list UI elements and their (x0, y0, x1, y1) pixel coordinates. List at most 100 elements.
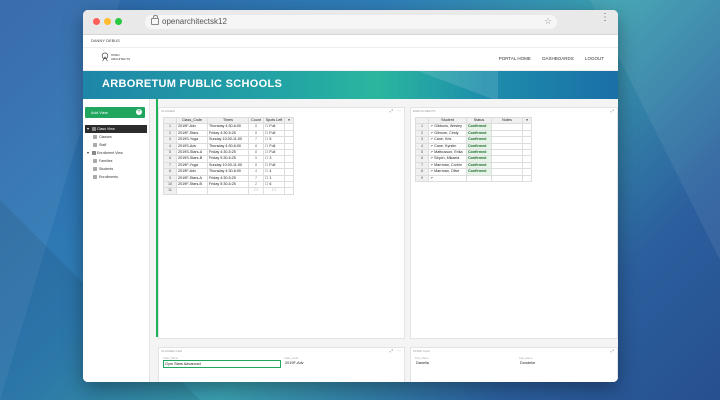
row-number: 11 (163, 187, 177, 195)
view-tree: ▾ Class View Classes Staff ▾ Enrollment … (85, 125, 147, 181)
table-row[interactable]: 2 2019F-Stars Friday 4:30-5:25 8 ☐ Full (163, 129, 294, 138)
table-row[interactable]: 7 2019F-Yoga Sunday 10:30-11:00 8 ☐ Full (163, 161, 294, 170)
more-icon[interactable]: ⋯ (397, 348, 401, 353)
sidebar-item-enrollment-view[interactable]: ▾ Enrollment View (85, 149, 147, 157)
table-header-row: Class_Code Times Count Spots Left ▾ (163, 116, 294, 125)
student-cell[interactable]: ↗ Marrman, Corbin (428, 161, 467, 170)
panel-actions: ⤢ (607, 108, 614, 113)
spots-left-value: Full (269, 150, 276, 155)
panel-title: CLASSES (161, 109, 175, 113)
student-name: Cane, Kris (434, 137, 452, 142)
student-name: Marrman, Olive (434, 169, 460, 174)
browser-window: openarchitectsk12 ☆ ⋮ DANNY DEBUS OPEN A… (83, 10, 618, 382)
panel-title: CLASSES Card (161, 349, 183, 353)
field-value[interactable]: Danella (415, 360, 515, 366)
banner: ARBORETUM PUBLIC SCHOOLS (83, 71, 618, 101)
student-name: Marrman, Corbin (434, 162, 462, 167)
logo-text-line: ARCHITECTS (111, 56, 131, 61)
nav-portal-home[interactable]: PORTAL HOME (499, 56, 531, 61)
add-view-button[interactable]: Add View + (85, 107, 145, 118)
student-cell[interactable]: ↗ Gibbons, Wesley (428, 123, 467, 131)
table-icon (93, 135, 97, 139)
lock-icon (151, 15, 159, 25)
table-row-new[interactable]: 9 ↗ (415, 174, 532, 183)
sidebar-item-label: Staff (99, 143, 107, 147)
sidebar-item-students[interactable]: Students (85, 165, 147, 173)
student-name: Cane, Kyrstin (434, 143, 457, 148)
student-name: Gibbons, Wesley (434, 124, 462, 129)
view-icon (92, 151, 96, 155)
spots-left-value: 6 (269, 182, 272, 187)
link-icon[interactable]: ↗ (428, 174, 467, 183)
browser-menu-icon[interactable]: ⋮ (600, 13, 610, 23)
workspace: Add View + ▾ Class View Classes Staff ▾ … (83, 99, 618, 382)
table-icon (93, 143, 97, 147)
checkbox-icon[interactable]: ☐ (248, 187, 264, 195)
sidebar-item-label: Class View (97, 127, 115, 131)
panel-title: STAFF Card (413, 349, 430, 353)
more-icon[interactable]: ⋯ (397, 108, 401, 113)
empty-cell[interactable] (176, 187, 208, 195)
app-header: OPEN ARCHITECTS PORTAL HOME DASHBOARDS L… (83, 48, 618, 71)
page-title: ARBORETUM PUBLIC SCHOOLS (102, 78, 283, 90)
class-code-field[interactable]: Class_Code 2019F-Adv (284, 357, 400, 366)
empty-cell[interactable] (207, 187, 249, 195)
banner-decoration (418, 71, 498, 101)
bookmark-star-icon[interactable]: ☆ (544, 16, 552, 27)
spots-left-value: 3 (269, 156, 272, 161)
table-row[interactable]: 5 2019S-Stars-A Friday 4:30-5:25 8 ☐ Full (163, 148, 294, 157)
empty-cell (284, 187, 294, 195)
field-value[interactable]: Dondelor (519, 360, 613, 366)
panel-actions: ⤢ ⋯ (386, 348, 401, 353)
minimize-window-button[interactable] (104, 18, 111, 25)
spots-left-value: Full (269, 130, 276, 135)
expand-icon[interactable]: ⤢ (611, 348, 614, 353)
expand-icon[interactable]: ⤢ (611, 108, 614, 113)
spots-left-value: 4 (269, 169, 272, 174)
student-cell[interactable]: ↗ Mathusson, Erika (428, 148, 467, 157)
sidebar-item-label: Classes (99, 135, 112, 139)
expand-icon[interactable]: ⤢ (390, 108, 393, 113)
table-row[interactable]: 4 2019S-Adv Thursday 4:30-6:00 8 ☐ Full (163, 142, 294, 151)
sidebar-item-label: Enrollment View (97, 151, 123, 155)
chevron-down-icon[interactable]: ▾ (87, 125, 89, 133)
table-row[interactable]: 1 2019F-Adv Thursday 4:30-6:00 8 ☐ Full (163, 123, 294, 131)
table-row-new[interactable]: 11 ☐ ☐ (163, 187, 294, 195)
nav-logout[interactable]: LOGOUT (585, 56, 604, 61)
close-window-button[interactable] (93, 18, 100, 25)
empty-cell[interactable] (491, 174, 523, 183)
panel-actions: ⤢ (607, 348, 614, 353)
class-name-field[interactable]: Class_Name Gym Stars Advanced (163, 357, 281, 368)
sidebar-item-staff[interactable]: Staff (85, 141, 147, 149)
chevron-down-icon[interactable]: ▾ (87, 149, 89, 157)
sidebar-item-families[interactable]: Families (85, 157, 147, 165)
view-icon (92, 127, 96, 131)
field-value[interactable]: 2019F-Adv (284, 360, 400, 366)
url-text: openarchitectsk12 (162, 17, 227, 26)
last-name-field[interactable]: Last_Name Dondelor (519, 357, 613, 366)
student-name: Gilmore, Cindy (434, 130, 459, 135)
sidebar-item-class-view[interactable]: ▾ Class View (85, 125, 147, 133)
nav-dashboards[interactable]: DASHBOARDS (542, 56, 574, 61)
maximize-window-button[interactable] (115, 18, 122, 25)
field-value[interactable]: Gym Stars Advanced (163, 360, 281, 368)
add-view-label: Add View (91, 110, 108, 115)
plus-icon: + (136, 109, 142, 115)
address-bar[interactable]: openarchitectsk12 ☆ (145, 15, 557, 29)
checkbox-icon[interactable]: ☐ (263, 187, 285, 195)
sidebar-item-label: Families (99, 159, 113, 163)
expand-icon[interactable]: ⤢ (390, 348, 393, 353)
table-icon (93, 167, 97, 171)
empty-cell[interactable] (466, 174, 492, 183)
sidebar-item-classes[interactable]: Classes (85, 133, 147, 141)
browser-titlebar: openarchitectsk12 ☆ ⋮ (83, 10, 618, 35)
first-name-field[interactable]: First_Name Danella (415, 357, 515, 366)
spots-left-value: 5 (269, 137, 272, 142)
spots-left-value: Full (269, 143, 276, 148)
classes-panel: CLASSES ⤢ ⋯ Class_Code Times Count Spots … (158, 107, 405, 339)
sidebar-item-enrollments[interactable]: Enrollments (85, 173, 147, 181)
spots-left-value: 1 (269, 175, 272, 180)
column-header[interactable]: Spots Left (263, 116, 285, 125)
row-number: 9 (415, 174, 429, 183)
enrollments-table: Student Status Notes ▾ 1 ↗ Gibbons, Wesle… (415, 116, 532, 183)
